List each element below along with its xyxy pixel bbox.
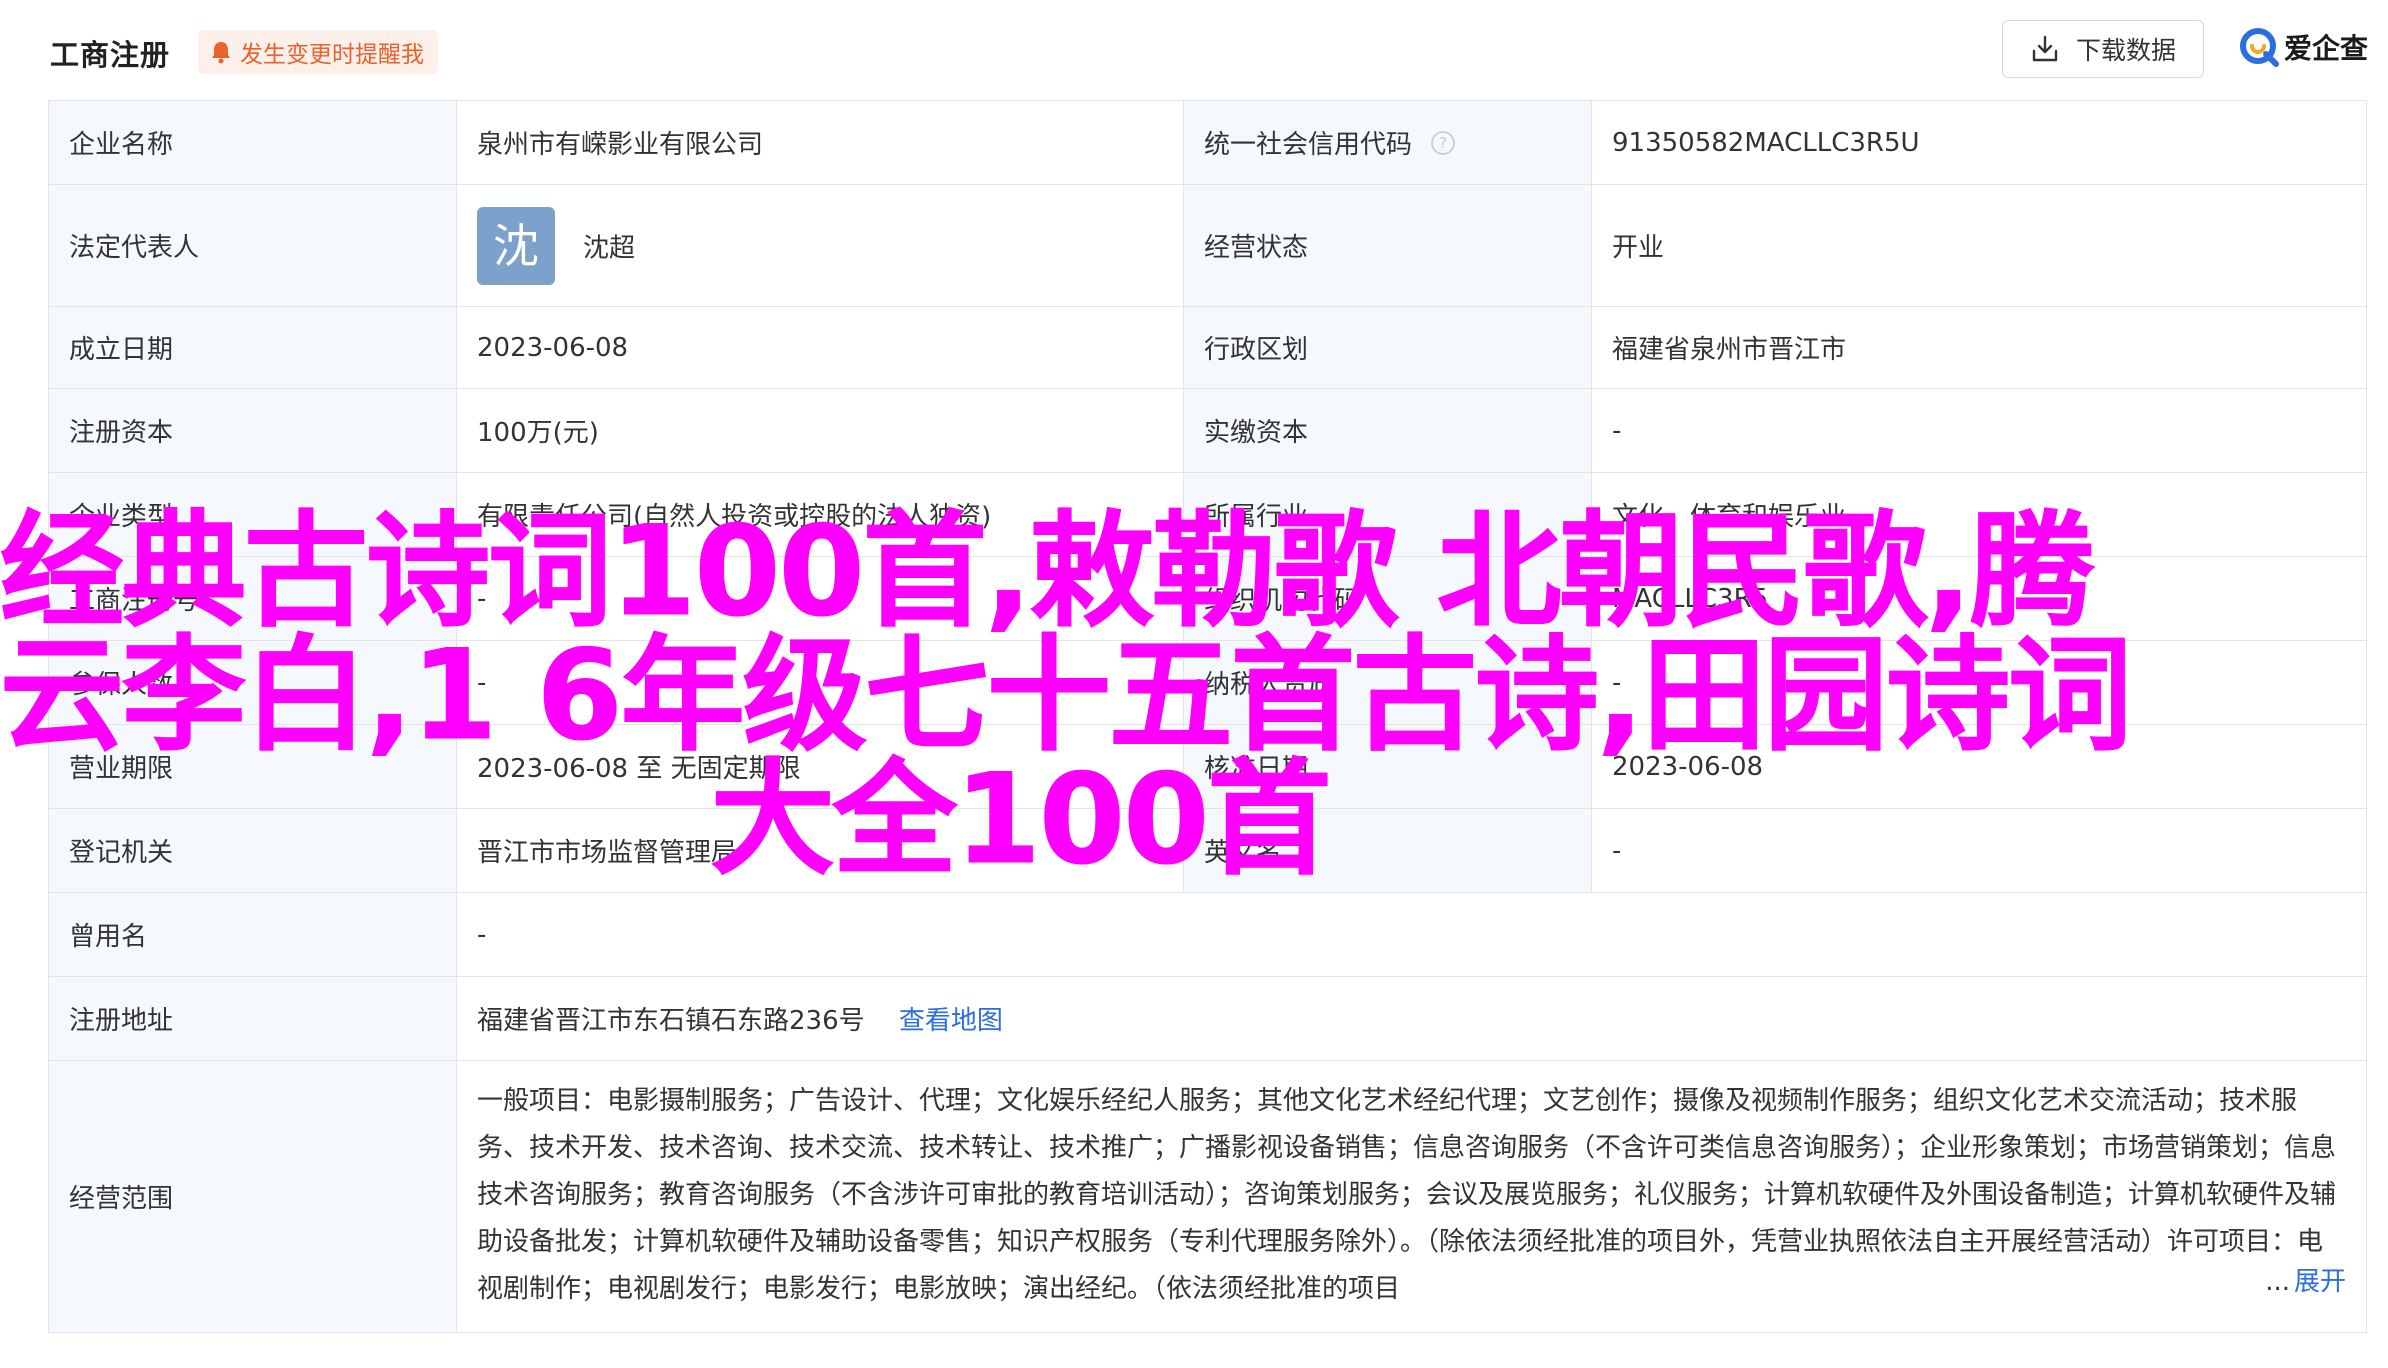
download-data-label: 下载数据 [2075, 36, 2176, 65]
reg-capital-value: 100万(元) [456, 388, 1184, 473]
status-value: 开业 [1591, 184, 2367, 307]
change-alert-button[interactable]: 发生变更时提醒我 [198, 30, 438, 74]
legal-rep-name[interactable]: 沈超 [583, 233, 635, 263]
scope-cell: 一般项目：电影摄制服务；广告设计、代理；文化娱乐经纪人服务；其他文化艺术经纪代理… [456, 1060, 2367, 1333]
table-row: 曾用名 - [48, 892, 2367, 977]
avatar[interactable]: 沈 [477, 206, 555, 285]
table-row: 成立日期 2023-06-08 行政区划 福建省泉州市晋江市 [48, 306, 2367, 389]
company-name-value: 泉州市有嵘影业有限公司 [456, 100, 1184, 185]
view-map-link[interactable]: 查看地图 [899, 1006, 1003, 1036]
address-value: 福建省晋江市东石镇石东路236号 [477, 1006, 865, 1036]
credit-code-value: 91350582MACLLC3R5U [1591, 100, 2367, 185]
paid-capital-value: - [1591, 388, 2367, 473]
expand-label[interactable]: 展开 [2294, 1267, 2346, 1297]
credit-code-label-cell: 统一社会信用代码 ? [1183, 100, 1592, 185]
overlay-line-1: 经典古诗词100首,敕勒歌 北朝民歌,腾 [0, 500, 2095, 644]
reg-capital-label: 注册资本 [48, 388, 457, 473]
download-icon [2032, 35, 2058, 62]
overlay-line-3: 大全100首 [710, 748, 1332, 892]
table-row: 经营范围 一般项目：电影摄制服务；广告设计、代理；文化娱乐经纪人服务；其他文化艺… [48, 1060, 2367, 1333]
paid-capital-label: 实缴资本 [1183, 388, 1592, 473]
former-name-value: - [456, 892, 2367, 977]
overlay-headline: 经典古诗词100首,敕勒歌 北朝民歌,腾 云李白,1 6年级七十五首古诗,田园诗… [0, 500, 2132, 892]
overlay-line-2: 云李白,1 6年级七十五首古诗,田园诗词 [0, 624, 2132, 768]
region-value: 福建省泉州市晋江市 [1591, 306, 2367, 389]
credit-code-label: 统一社会信用代码 [1204, 130, 1413, 160]
scope-ellipsis: ... [2265, 1267, 2290, 1297]
former-name-label: 曾用名 [48, 892, 457, 977]
founded-label: 成立日期 [48, 306, 457, 389]
table-row: 法定代表人 沈沈超 经营状态 开业 [48, 184, 2367, 307]
aiqicha-logo-icon [2240, 28, 2279, 67]
table-row: 注册地址 福建省晋江市东石镇石东路236号 查看地图 [48, 976, 2367, 1061]
scope-label: 经营范围 [48, 1060, 457, 1333]
help-icon[interactable]: ? [1430, 130, 1456, 156]
address-cell: 福建省晋江市东石镇石东路236号 查看地图 [456, 976, 2367, 1061]
legal-rep-cell: 沈沈超 [456, 184, 1184, 307]
company-name-label: 企业名称 [48, 100, 457, 185]
brand-name: 爱企查 [2284, 32, 2369, 65]
table-row: 企业名称 泉州市有嵘影业有限公司 统一社会信用代码 ? 91350582MACL… [48, 100, 2367, 185]
region-label: 行政区划 [1183, 306, 1592, 389]
table-row: 注册资本 100万(元) 实缴资本 - [48, 388, 2367, 473]
bell-icon [212, 42, 230, 64]
scope-value: 一般项目：电影摄制服务；广告设计、代理；文化娱乐经纪人服务；其他文化艺术经纪代理… [477, 1086, 2337, 1304]
change-alert-label: 发生变更时提醒我 [240, 42, 424, 68]
brand-logo[interactable]: 爱企查 [2238, 26, 2368, 68]
legal-rep-label: 法定代表人 [48, 184, 457, 307]
section-title: 工商注册 [50, 38, 171, 72]
expand-scope-link[interactable]: ... 展开 [2259, 1259, 2346, 1306]
download-data-button[interactable]: 下载数据 [2002, 20, 2204, 78]
section-header: 工商注册 发生变更时提醒我 下载数据 爱企查 [0, 0, 2388, 100]
status-label: 经营状态 [1183, 184, 1592, 307]
address-label: 注册地址 [48, 976, 457, 1061]
svg-text:?: ? [1439, 134, 1447, 152]
founded-value: 2023-06-08 [456, 306, 1184, 389]
